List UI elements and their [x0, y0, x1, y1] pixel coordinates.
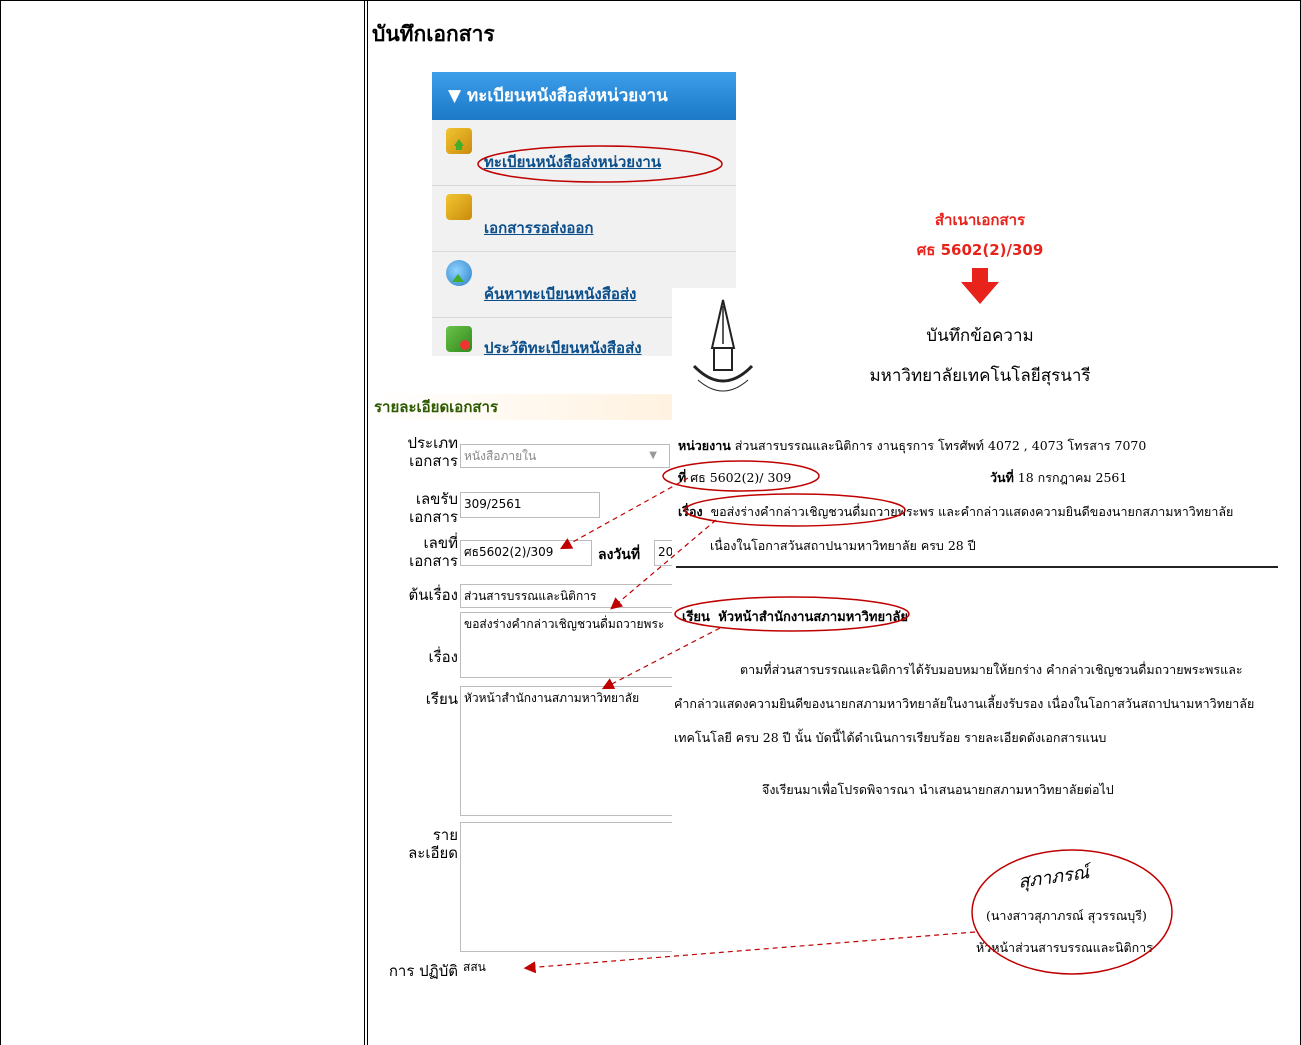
highlight-memo-ref — [662, 460, 820, 492]
highlight-memo-subject — [684, 493, 906, 527]
arrow-to-to-field — [601, 627, 721, 690]
arrow-signer-to-action — [523, 931, 976, 974]
highlight-memo-to — [674, 596, 910, 632]
arrow-ref-to-docno — [559, 477, 689, 550]
arrow-subject-to-origin — [610, 519, 717, 610]
annotation-overlay — [477, 145, 1173, 975]
highlight-menu-register — [477, 145, 723, 183]
highlight-signer — [971, 849, 1173, 975]
